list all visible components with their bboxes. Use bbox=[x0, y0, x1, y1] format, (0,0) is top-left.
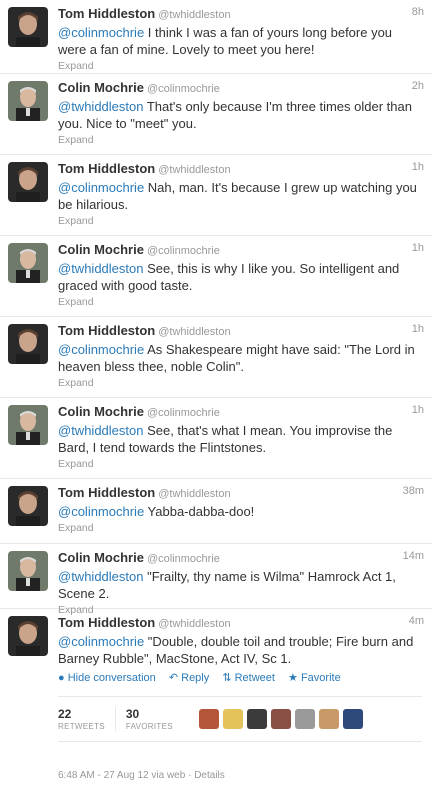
author-name[interactable]: Tom Hiddleston bbox=[58, 323, 155, 338]
retweet-button[interactable]: ⇅ Retweet bbox=[222, 672, 275, 684]
mention-link[interactable]: @twhiddleston bbox=[58, 99, 143, 114]
tweet-text: @twhiddleston That's only because I'm th… bbox=[58, 99, 412, 131]
mention-link[interactable]: @colinmochrie bbox=[58, 504, 144, 519]
author-name[interactable]: Tom Hiddleston bbox=[58, 161, 155, 176]
reply-button[interactable]: ↶ Reply bbox=[169, 672, 209, 684]
tweet[interactable]: Colin Mochrie @colinmochrie 1h @twhiddles… bbox=[0, 398, 432, 479]
author-handle[interactable]: @twhiddleston bbox=[158, 618, 230, 630]
author-handle[interactable]: @colinmochrie bbox=[147, 83, 220, 95]
retweets-stat[interactable]: 22 RETWEETS bbox=[58, 707, 116, 731]
avatar-colin[interactable] bbox=[8, 405, 48, 445]
conversation-feed: Tom Hiddleston @twhiddleston 8h @colinmoc… bbox=[0, 0, 432, 787]
tweet[interactable]: Colin Mochrie @colinmochrie 1h @twhiddles… bbox=[0, 236, 432, 317]
timestamp[interactable]: 1h bbox=[412, 323, 424, 335]
favoriter-avatar[interactable] bbox=[198, 709, 219, 729]
favorites-stat[interactable]: 30 FAVORITES bbox=[126, 707, 183, 731]
expand-link[interactable]: Expand bbox=[58, 295, 422, 309]
avatar-tom[interactable] bbox=[8, 324, 48, 364]
tweet-footer: 6:48 AM - 27 Aug 12 via web · Details bbox=[58, 770, 225, 781]
timestamp[interactable]: 14m bbox=[403, 550, 424, 562]
timestamp[interactable]: 2h bbox=[412, 80, 424, 92]
author-handle[interactable]: @twhiddleston bbox=[158, 9, 230, 21]
author-name[interactable]: Colin Mochrie bbox=[58, 242, 144, 257]
expand-link[interactable]: Expand bbox=[58, 133, 422, 147]
timestamp[interactable]: 1h bbox=[412, 161, 424, 173]
expand-link[interactable]: Expand bbox=[58, 521, 422, 535]
author-name[interactable]: Tom Hiddleston bbox=[58, 485, 155, 500]
tweet-text: @colinmochrie I think I was a fan of you… bbox=[58, 25, 393, 57]
tweet-expanded[interactable]: Tom Hiddleston @twhiddleston 4m @colinmoc… bbox=[0, 609, 432, 787]
timestamp[interactable]: 38m bbox=[403, 485, 424, 497]
tweet[interactable]: Colin Mochrie @colinmochrie 2h @twhiddles… bbox=[0, 74, 432, 155]
timestamp[interactable]: 1h bbox=[412, 404, 424, 416]
favoriter-avatar[interactable] bbox=[342, 709, 363, 729]
mention-link[interactable]: @colinmochrie bbox=[58, 342, 144, 357]
tweet[interactable]: Tom Hiddleston @twhiddleston 1h @colinmoc… bbox=[0, 317, 432, 398]
author-handle[interactable]: @twhiddleston bbox=[158, 326, 230, 338]
tweet-text: @twhiddleston "Frailty, thy name is Wilm… bbox=[58, 569, 396, 601]
author-name[interactable]: Tom Hiddleston bbox=[58, 6, 155, 21]
retweets-label: RETWEETS bbox=[58, 722, 105, 731]
tweet-text: @colinmochrie As Shakespeare might have … bbox=[58, 342, 415, 374]
author-name[interactable]: Tom Hiddleston bbox=[58, 615, 155, 630]
tweet[interactable]: Colin Mochrie @colinmochrie 14m @twhiddle… bbox=[0, 544, 432, 616]
avatar-tom[interactable] bbox=[8, 486, 48, 526]
tweet-actions: ● Hide conversation ↶ Reply ⇅ Retweet ★ … bbox=[58, 670, 422, 686]
avatar-colin[interactable] bbox=[8, 551, 48, 591]
mention-link[interactable]: @colinmochrie bbox=[58, 25, 144, 40]
tweet-text: @colinmochrie "Double, double toil and t… bbox=[58, 634, 414, 666]
author-name[interactable]: Colin Mochrie bbox=[58, 80, 144, 95]
avatar-colin[interactable] bbox=[8, 243, 48, 283]
tweet-text: @twhiddleston See, that's what I mean. Y… bbox=[58, 423, 393, 455]
mention-link[interactable]: @colinmochrie bbox=[58, 180, 144, 195]
expand-link[interactable]: Expand bbox=[58, 376, 422, 390]
timestamp[interactable]: 4m bbox=[409, 615, 424, 627]
expand-link[interactable]: Expand bbox=[58, 214, 422, 228]
star-icon: ★ bbox=[288, 672, 298, 684]
tweet-text: @twhiddleston See, this is why I like yo… bbox=[58, 261, 400, 293]
avatar-tom[interactable] bbox=[8, 7, 48, 47]
favorite-button[interactable]: ★ Favorite bbox=[288, 672, 341, 684]
favorites-label: FAVORITES bbox=[125, 722, 173, 731]
mention-link[interactable]: @colinmochrie bbox=[58, 634, 144, 649]
tweet-stats: 22 RETWEETS 30 FAVORITES bbox=[58, 696, 422, 742]
tweet-text: @colinmochrie Nah, man. It's because I g… bbox=[58, 180, 417, 212]
timestamp[interactable]: 1h bbox=[412, 242, 424, 254]
retweets-count: 22 bbox=[58, 707, 72, 721]
hide-conversation-button[interactable]: ● Hide conversation bbox=[58, 672, 156, 684]
expand-link[interactable]: Expand bbox=[58, 457, 422, 471]
author-handle[interactable]: @twhiddleston bbox=[158, 164, 230, 176]
avatar-tom[interactable] bbox=[8, 162, 48, 202]
favoriter-avatar[interactable] bbox=[270, 709, 291, 729]
favoriters-avatars bbox=[198, 709, 363, 729]
favoriter-avatar[interactable] bbox=[318, 709, 339, 729]
retweet-icon: ⇅ bbox=[222, 672, 232, 684]
author-name[interactable]: Colin Mochrie bbox=[58, 550, 144, 565]
favoriter-avatar[interactable] bbox=[294, 709, 315, 729]
expand-link[interactable]: Expand bbox=[58, 59, 422, 73]
favorites-count: 30 bbox=[125, 707, 140, 721]
favoriter-avatar[interactable] bbox=[246, 709, 267, 729]
avatar-tom[interactable] bbox=[8, 616, 48, 656]
tweet[interactable]: Tom Hiddleston @twhiddleston 38m @colinmo… bbox=[0, 479, 432, 544]
avatar-colin[interactable] bbox=[8, 81, 48, 121]
author-handle[interactable]: @twhiddleston bbox=[158, 488, 230, 500]
tweet-text: @colinmochrie Yabba-dabba-doo! bbox=[58, 504, 255, 519]
author-handle[interactable]: @colinmochrie bbox=[147, 245, 220, 257]
tweet[interactable]: Tom Hiddleston @twhiddleston 1h @colinmoc… bbox=[0, 155, 432, 236]
reply-icon: ↶ bbox=[168, 672, 179, 684]
author-name[interactable]: Colin Mochrie bbox=[58, 404, 144, 419]
mention-link[interactable]: @twhiddleston bbox=[58, 569, 143, 584]
speech-bubble-icon: ● bbox=[58, 672, 65, 684]
timestamp[interactable]: 8h bbox=[412, 6, 424, 18]
mention-link[interactable]: @twhiddleston bbox=[58, 423, 143, 438]
mention-link[interactable]: @twhiddleston bbox=[58, 261, 143, 276]
author-handle[interactable]: @colinmochrie bbox=[147, 553, 220, 565]
tweet[interactable]: Tom Hiddleston @twhiddleston 8h @colinmoc… bbox=[0, 0, 432, 74]
favoriter-avatar[interactable] bbox=[222, 709, 243, 729]
author-handle[interactable]: @colinmochrie bbox=[147, 407, 220, 419]
